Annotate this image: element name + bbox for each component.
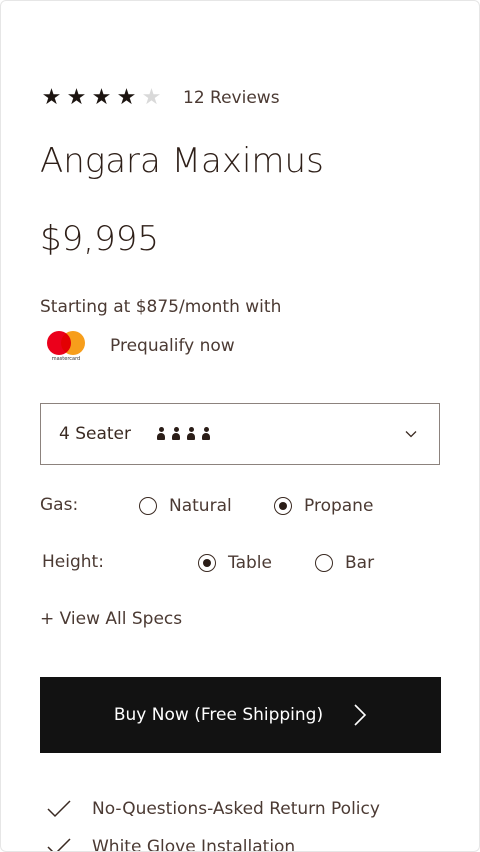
product-title: Angara Maximus [40, 141, 324, 181]
chevron-right-icon [354, 704, 367, 726]
buy-now-label: Buy Now (Free Shipping) [113, 705, 324, 725]
gas-option-row: Gas: Natural Propane [40, 493, 440, 519]
view-all-specs-link[interactable]: + View All Specs [40, 609, 182, 629]
person-icon [187, 427, 196, 441]
star-icon: ★ [66, 85, 87, 110]
height-label: Height: [42, 552, 104, 572]
star-rating: ★ ★ ★ ★ ★ [40, 87, 163, 109]
star-empty-icon: ★ [141, 85, 162, 110]
financing-text: Starting at $875/month with [40, 297, 282, 317]
checkmark-icon [47, 800, 71, 818]
radio-unchecked-icon [315, 554, 333, 572]
radio-checked-icon [274, 497, 292, 515]
mastercard-logo-icon: mastercard [45, 329, 87, 363]
gas-label: Gas: [40, 495, 79, 515]
height-table-radio[interactable]: Table [198, 553, 272, 573]
gas-propane-radio[interactable]: Propane [274, 496, 373, 516]
radio-checked-icon [198, 554, 216, 572]
buy-now-button[interactable]: Buy Now (Free Shipping) [40, 677, 441, 753]
person-icon [172, 427, 181, 441]
star-icon: ★ [41, 85, 62, 110]
height-option-row: Height: Table Bar [40, 550, 440, 576]
people-icons [157, 427, 211, 441]
star-icon: ★ [116, 85, 137, 110]
gas-natural-radio[interactable]: Natural [139, 496, 232, 516]
policy-item: No-Questions-Asked Return Policy [46, 799, 380, 819]
seating-selected-value: 4 Seater [59, 424, 132, 444]
product-card: ★ ★ ★ ★ ★ 12 Reviews Angara Maximus $9,9… [0, 0, 480, 852]
policy-item: White Glove Installation [46, 837, 295, 851]
height-bar-radio[interactable]: Bar [315, 553, 374, 573]
prequalify-link[interactable]: Prequalify now [110, 336, 235, 356]
person-icon [202, 427, 211, 441]
prequalify-row: mastercard Prequalify now [45, 329, 235, 363]
reviews-link[interactable]: 12 Reviews [183, 88, 280, 108]
person-icon [157, 427, 166, 441]
seating-select[interactable]: 4 Seater [40, 403, 440, 465]
checkmark-icon [47, 838, 71, 851]
rating-row: ★ ★ ★ ★ ★ 12 Reviews [40, 87, 280, 109]
star-icon: ★ [91, 85, 112, 110]
chevron-down-icon [405, 431, 417, 438]
product-price: $9,995 [40, 219, 159, 259]
radio-unchecked-icon [139, 497, 157, 515]
